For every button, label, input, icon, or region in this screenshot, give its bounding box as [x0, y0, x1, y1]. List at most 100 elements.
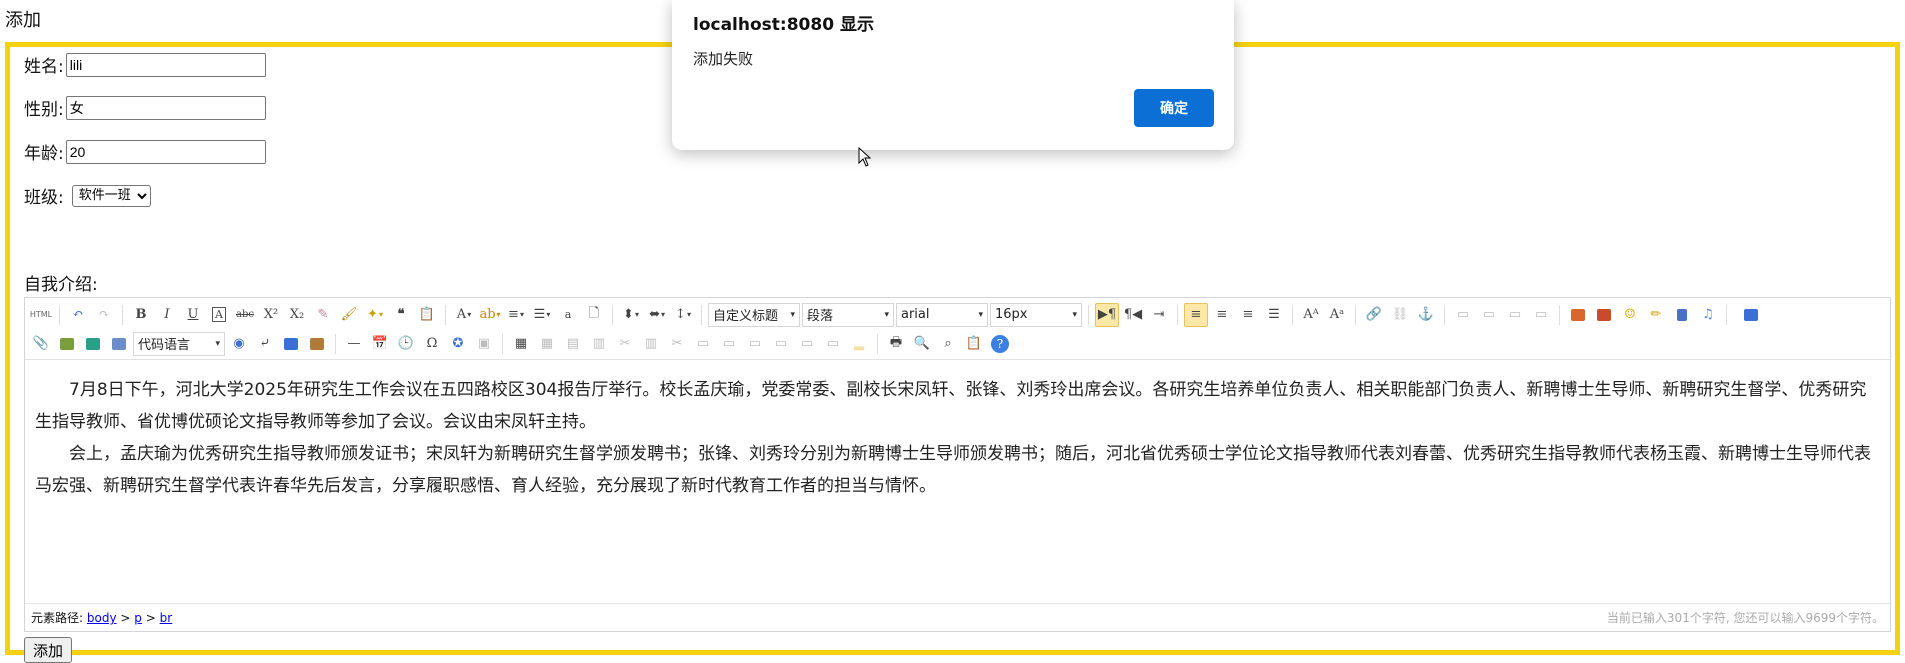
help-icon[interactable]: ?	[991, 334, 1009, 353]
preview-icon[interactable]	[305, 332, 329, 356]
preview-search-icon[interactable]: 🔍	[910, 332, 934, 356]
html-source-icon[interactable]: HTML	[29, 303, 53, 327]
toolbar-separator	[1292, 304, 1293, 325]
row-spacing-top-icon[interactable]: ⬍ ▾	[619, 303, 643, 327]
insert-image-icon[interactable]	[1592, 303, 1616, 327]
font-size-combo[interactable]: 16px ▾	[990, 302, 1082, 327]
unordered-list-icon[interactable]: ☰ ▾	[530, 303, 554, 327]
merge-cells-icon[interactable]: ▭	[691, 332, 715, 356]
gender-input[interactable]	[65, 95, 266, 120]
font-color-icon[interactable]: A ▾	[452, 303, 476, 327]
drafts-icon[interactable]: 📋	[962, 332, 986, 356]
italic-icon[interactable]: I	[155, 303, 179, 327]
simple-upload-icon[interactable]	[1566, 303, 1590, 327]
page-title: 添加	[5, 10, 41, 31]
font-family-combo[interactable]: arial ▾	[896, 302, 988, 327]
age-input[interactable]	[65, 139, 266, 164]
paragraph-combo[interactable]: 段落 ▾	[802, 302, 894, 327]
underline-icon[interactable]: U	[181, 303, 205, 327]
spechars-icon[interactable]: ✪	[446, 332, 470, 356]
merge-down-icon[interactable]: ▭	[743, 332, 767, 356]
music-icon[interactable]: ♫	[1696, 303, 1720, 327]
custom-heading-combo[interactable]: 自定义标题 ▾	[708, 302, 800, 327]
split-cells-icon[interactable]: ▭	[769, 332, 793, 356]
paste-plain-icon[interactable]: 📋	[415, 303, 439, 327]
align-justify-icon[interactable]: ☰	[1262, 303, 1286, 327]
element-path-p-link[interactable]: p	[134, 611, 142, 625]
age-label: 年龄:	[24, 144, 64, 164]
merge-right-icon[interactable]: ▭	[717, 332, 741, 356]
auto-format-icon[interactable]: ✦ ▾	[363, 303, 387, 327]
wordimage-icon[interactable]	[81, 332, 105, 356]
image-right-icon[interactable]: ▭	[1503, 303, 1527, 327]
insert-row-icon[interactable]: ▥	[587, 332, 611, 356]
dialog-title: localhost:8080 显示	[693, 15, 874, 35]
link-icon[interactable]: 🔗	[1362, 303, 1386, 327]
insert-col-icon[interactable]: ▥	[639, 332, 663, 356]
code-language-combo[interactable]: 代码语言 ▾	[133, 331, 225, 356]
attachment-icon[interactable]: 📎	[29, 332, 53, 356]
align-left-icon[interactable]: ≡	[1184, 302, 1208, 327]
indent-icon[interactable]: ⇥	[1147, 303, 1171, 327]
template-icon[interactable]	[107, 332, 131, 356]
split-cols-icon[interactable]: ▭	[821, 332, 845, 356]
image-center-icon[interactable]: ▭	[1529, 303, 1553, 327]
undo-icon[interactable]: ↶	[66, 303, 90, 327]
font-border-icon[interactable]: A	[207, 303, 231, 327]
searchreplace-icon[interactable]	[279, 332, 303, 356]
insert-frame-icon[interactable]	[55, 332, 79, 356]
select-all-icon[interactable]: a	[556, 303, 580, 327]
direction-rtl-icon[interactable]: ¶◀	[1121, 303, 1145, 327]
find-replace-icon[interactable]: ⌕	[936, 332, 960, 356]
content-paragraph: 会上，孟庆瑜为优秀研究生指导教师颁发证书；宋凤轩为新聘研究生督学颁发聘书；张锋、…	[35, 444, 1871, 496]
element-path-br-link[interactable]: br	[160, 611, 173, 625]
strikethrough-icon[interactable]: abc	[233, 303, 257, 327]
horizontal-rule-icon[interactable]: —	[342, 332, 366, 356]
format-painter-icon[interactable]: 🖌	[337, 303, 361, 327]
editor-content[interactable]: 7月8日下午，河北大学2025年研究生工作会议在五四路校区304报告厅举行。校长…	[25, 360, 1890, 582]
class-select[interactable]: 软件一班	[71, 184, 151, 207]
delete-table-icon[interactable]: ▦	[535, 332, 559, 356]
line-height-icon[interactable]: ↕ ▾	[671, 303, 695, 327]
insert-video-icon[interactable]	[1670, 303, 1694, 327]
scrawl-icon[interactable]: ✏	[1644, 303, 1668, 327]
insert-table-icon[interactable]: ▦	[509, 332, 533, 356]
direction-ltr-icon[interactable]: ▶¶	[1095, 302, 1119, 327]
special-chars-icon[interactable]: Ω	[420, 332, 444, 356]
anchor-icon[interactable]: ⚓	[1414, 303, 1438, 327]
delete-col-icon[interactable]: ✂	[665, 332, 689, 356]
image-none-icon[interactable]: ▭	[1451, 303, 1475, 327]
align-right-icon[interactable]: ≡	[1236, 303, 1260, 327]
date-icon[interactable]: 📅	[368, 332, 392, 356]
align-center-icon[interactable]: ≡	[1210, 303, 1234, 327]
ordered-list-icon[interactable]: ≡ ▾	[504, 303, 528, 327]
clear-doc-icon[interactable]: 🗋	[582, 303, 606, 327]
snapscreen-icon[interactable]: ▣	[472, 332, 496, 356]
eraser-icon[interactable]: ✎	[311, 303, 335, 327]
lowercase-icon[interactable]: Aᵃ	[1325, 303, 1349, 327]
emotion-icon[interactable]: ☺	[1618, 303, 1642, 327]
insert-paragraph-before-table-icon[interactable]: ▤	[561, 332, 585, 356]
dialog-ok-button[interactable]: 确定	[1134, 89, 1214, 127]
map-icon[interactable]	[1739, 303, 1763, 327]
background-icon[interactable]: ◉	[227, 332, 251, 356]
print-icon[interactable]: 🖶	[884, 332, 908, 356]
blockquote-icon[interactable]: ❝	[389, 303, 413, 327]
superscript-icon[interactable]: X²	[259, 303, 283, 327]
name-input[interactable]	[65, 52, 266, 77]
bold-icon[interactable]: B	[129, 303, 153, 327]
background-color-icon[interactable]: ab ▾	[478, 303, 502, 327]
add-button[interactable]: 添加	[24, 637, 73, 663]
split-rows-icon[interactable]: ▭	[795, 332, 819, 356]
element-path-body-link[interactable]: body	[87, 611, 117, 625]
redo-icon[interactable]: ↷	[92, 303, 116, 327]
subscript-icon[interactable]: X₂	[285, 303, 309, 327]
page-break-icon[interactable]: ⤶	[253, 332, 277, 356]
time-icon[interactable]: 🕒	[394, 332, 418, 356]
delete-row-icon[interactable]: ✂	[613, 332, 637, 356]
uppercase-icon[interactable]: Aᴬ	[1299, 303, 1323, 327]
unlink-icon[interactable]: ⛓	[1388, 303, 1412, 327]
image-left-icon[interactable]: ▭	[1477, 303, 1501, 327]
charts-icon[interactable]: ▂	[847, 332, 871, 356]
row-spacing-bottom-icon[interactable]: ⬌ ▾	[645, 303, 669, 327]
